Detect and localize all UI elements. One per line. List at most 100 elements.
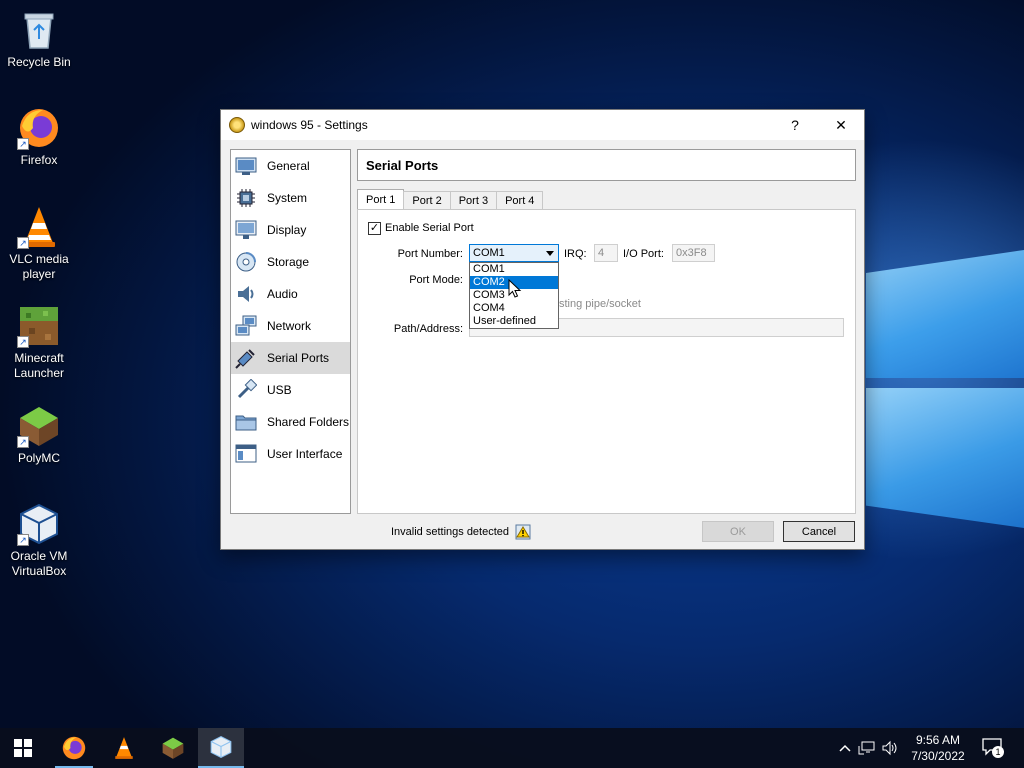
- windows-logo-icon: [14, 739, 32, 757]
- settings-dialog: windows 95 - Settings ? ✕ General System…: [220, 109, 865, 550]
- enable-serial-port-checkbox[interactable]: ✓: [368, 222, 381, 235]
- taskbar-app-firefox[interactable]: [51, 728, 97, 768]
- network-icon: [235, 315, 257, 337]
- usb-icon: [235, 379, 257, 401]
- port-number-value: COM1: [473, 247, 505, 259]
- validation-status: Invalid settings detected: [391, 524, 531, 540]
- dropdown-option-com4[interactable]: COM4: [470, 302, 558, 315]
- port-number-select[interactable]: COM1: [469, 244, 559, 262]
- taskbar-clock[interactable]: 9:56 AM 7/30/2022: [900, 732, 976, 764]
- network-status-icon[interactable]: [858, 740, 876, 756]
- desktop-icon-label: Oracle VM VirtualBox: [10, 549, 68, 578]
- notification-count-badge: 1: [992, 746, 1004, 758]
- nav-item-serial-ports[interactable]: Serial Ports: [231, 342, 350, 374]
- settings-gear-icon: [229, 117, 245, 133]
- nav-label: Shared Folders: [267, 415, 350, 429]
- nav-label: USB: [267, 383, 292, 397]
- firefox-icon: ↗: [17, 106, 61, 150]
- nav-label: Storage: [267, 255, 310, 269]
- nav-item-network[interactable]: Network: [231, 310, 350, 342]
- nav-label: General: [267, 159, 310, 173]
- chevron-up-icon[interactable]: [838, 741, 852, 755]
- desktop-icon-virtualbox[interactable]: ↗ Oracle VM VirtualBox: [0, 502, 78, 579]
- enable-serial-port-label: Enable Serial Port: [385, 222, 474, 234]
- tab-port-1[interactable]: Port 1: [357, 189, 405, 210]
- virtualbox-icon: ↗: [17, 502, 61, 546]
- shortcut-arrow-icon: ↗: [17, 534, 29, 546]
- nav-item-general[interactable]: General: [231, 150, 350, 182]
- dialog-titlebar[interactable]: windows 95 - Settings ? ✕: [221, 110, 864, 140]
- desktop-icon-label: Recycle Bin: [7, 55, 71, 69]
- tab-port-3[interactable]: Port 3: [449, 191, 498, 210]
- irq-label: IRQ:: [564, 248, 587, 260]
- close-button[interactable]: ✕: [818, 110, 864, 140]
- shortcut-arrow-icon: ↗: [17, 436, 29, 448]
- port-tabs: Port 1 Port 2 Port 3 Port 4: [357, 189, 544, 210]
- vlc-icon: ↗: [17, 205, 61, 249]
- chevron-down-icon: [546, 251, 554, 256]
- nav-label: System: [267, 191, 308, 205]
- wallpaper-logo-pane: [866, 388, 1024, 528]
- nav-item-user-interface[interactable]: User Interface: [231, 438, 350, 470]
- cancel-button[interactable]: Cancel: [783, 521, 855, 542]
- vlc-icon: [115, 737, 133, 759]
- shortcut-arrow-icon: ↗: [17, 336, 29, 348]
- taskbar-app-virtualbox[interactable]: [198, 728, 244, 768]
- nav-label: User Interface: [267, 447, 343, 461]
- irq-field[interactable]: 4: [594, 244, 618, 262]
- desktop-icon-label: PolyMC: [17, 451, 60, 465]
- desktop-icon-recycle-bin[interactable]: Recycle Bin: [0, 8, 78, 70]
- taskbar-app-vlc[interactable]: [101, 728, 147, 768]
- volume-icon[interactable]: [881, 740, 899, 756]
- system-icon: [235, 187, 257, 209]
- port-mode-label: Port Mode:: [409, 274, 463, 286]
- taskbar-app-polymc[interactable]: [150, 728, 196, 768]
- settings-nav-list: General System Display Storage Audio Net…: [230, 149, 351, 514]
- desktop-icon-label: Minecraft Launcher: [13, 351, 65, 380]
- nav-item-usb[interactable]: USB: [231, 374, 350, 406]
- polymc-icon: ↗: [17, 404, 61, 448]
- system-tray: [838, 728, 899, 768]
- warning-icon[interactable]: [515, 524, 531, 540]
- dropdown-option-user-defined[interactable]: User-defined: [470, 315, 558, 328]
- notifications-button[interactable]: 1: [982, 738, 1004, 758]
- io-port-label: I/O Port:: [623, 248, 664, 260]
- nav-item-storage[interactable]: Storage: [231, 246, 350, 278]
- tab-port-2[interactable]: Port 2: [403, 191, 451, 210]
- desktop-icon-firefox[interactable]: ↗ Firefox: [0, 106, 78, 168]
- audio-icon: [235, 283, 257, 305]
- desktop-icon-minecraft[interactable]: ↗ Minecraft Launcher: [0, 304, 78, 381]
- desktop-icon-vlc[interactable]: ↗ VLC media player: [0, 205, 78, 282]
- recycle-bin-icon: [17, 8, 61, 52]
- help-button[interactable]: ?: [772, 110, 818, 140]
- nav-item-shared-folders[interactable]: Shared Folders: [231, 406, 350, 438]
- nav-item-system[interactable]: System: [231, 182, 350, 214]
- taskbar: 9:56 AM 7/30/2022 1: [0, 728, 1024, 768]
- start-button[interactable]: [0, 728, 46, 768]
- shortcut-arrow-icon: ↗: [17, 237, 29, 249]
- general-icon: [235, 155, 257, 177]
- clock-time: 9:56 AM: [915, 733, 961, 747]
- nav-label: Audio: [267, 287, 298, 301]
- shortcut-arrow-icon: ↗: [17, 138, 29, 150]
- nav-label: Serial Ports: [267, 351, 330, 365]
- desktop-icon-label: VLC media player: [9, 252, 69, 281]
- storage-icon: [235, 251, 257, 273]
- display-icon: [235, 219, 257, 241]
- polymc-icon: [162, 737, 184, 759]
- validation-message: Invalid settings detected: [391, 526, 510, 538]
- connect-existing-pipe-label: sting pipe/socket: [559, 298, 641, 310]
- nav-item-audio[interactable]: Audio: [231, 278, 350, 310]
- desktop-icon-polymc[interactable]: ↗ PolyMC: [0, 404, 78, 466]
- nav-item-display[interactable]: Display: [231, 214, 350, 246]
- ok-button[interactable]: OK: [702, 521, 774, 542]
- serial-ports-icon: [235, 347, 257, 369]
- path-address-label: Path/Address:: [393, 323, 463, 335]
- io-port-field[interactable]: 0x3F8: [672, 244, 715, 262]
- virtualbox-icon: [210, 736, 232, 758]
- shared-folders-icon: [235, 411, 257, 433]
- nav-label: Display: [267, 223, 307, 237]
- dropdown-option-com1[interactable]: COM1: [470, 263, 558, 276]
- tab-port-4[interactable]: Port 4: [496, 191, 544, 210]
- clock-date: 7/30/2022: [911, 749, 965, 763]
